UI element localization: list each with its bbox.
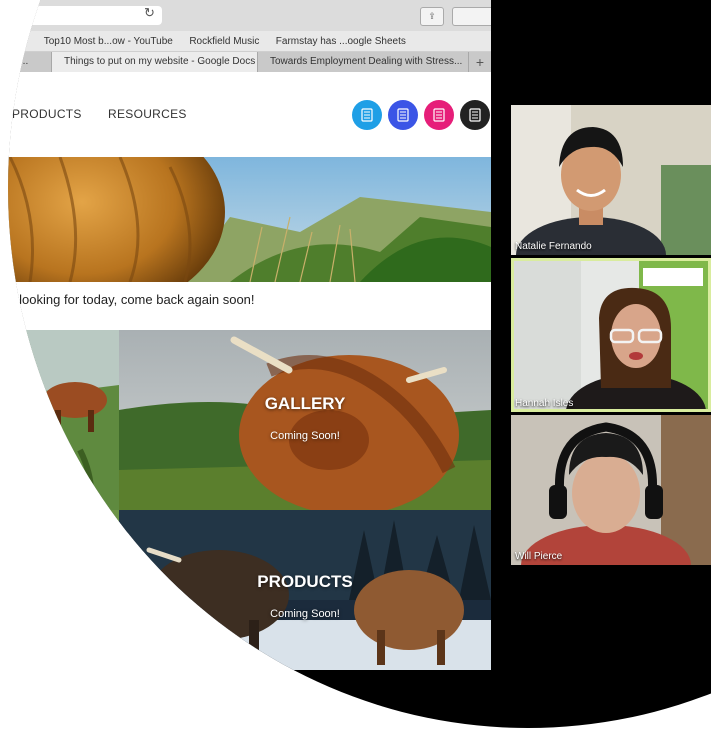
social-icon: [433, 108, 445, 122]
nav-link-products[interactable]: PRODUCTS: [12, 107, 82, 121]
bookmark-item[interactable]: Top10 Most b...ow - YouTube: [44, 32, 173, 51]
address-bar[interactable]: [8, 6, 162, 25]
participant-name: Natalie Fernando: [515, 241, 592, 252]
video-tile[interactable]: Natalie Fernando: [511, 105, 711, 255]
tab-strip: - G... Things to put on my website - Goo…: [8, 52, 491, 72]
social-button[interactable]: [424, 100, 454, 130]
tile-subtitle: Coming Soon!: [270, 430, 340, 442]
bookmark-item[interactable]: Rockfield Music: [189, 32, 259, 51]
social-icon: [397, 108, 409, 122]
browser-tab-active[interactable]: Things to put on my website - Google Doc…: [52, 52, 258, 72]
new-tab-button[interactable]: +: [469, 52, 491, 72]
social-button[interactable]: [388, 100, 418, 130]
browser-tab[interactable]: Towards Employment Dealing with Stress..…: [258, 52, 469, 72]
screen-content: ↻ ⇪ dation Top10 Most b...ow - YouTube R…: [8, 0, 711, 728]
tile-gallery[interactable]: GALLERY Coming Soon!: [119, 330, 491, 510]
participant-name: Hannah Isles: [515, 398, 574, 409]
message-text: re looking for today, come back again so…: [8, 292, 255, 307]
social-icon: [469, 108, 481, 122]
bookmark-item[interactable]: dation: [8, 32, 27, 51]
participant-name: Will Pierce: [515, 551, 563, 562]
screenshot-stage: ↻ ⇪ dation Top10 Most b...ow - YouTube R…: [0, 0, 711, 731]
social-button[interactable]: [352, 100, 382, 130]
site-message: re looking for today, come back again so…: [8, 282, 491, 330]
bookmark-item[interactable]: Farmstay has ...oogle Sheets: [276, 32, 406, 51]
circular-frame: ↻ ⇪ dation Top10 Most b...ow - YouTube R…: [8, 0, 711, 728]
browser-tab[interactable]: - G...: [8, 52, 52, 72]
video-tile[interactable]: Will Pierce: [511, 415, 711, 565]
hero-image: [8, 157, 491, 282]
tile-title: PRODUCTS: [257, 572, 353, 591]
reload-icon[interactable]: ↻: [144, 5, 155, 21]
tile-image-left-top: [8, 330, 119, 510]
nav-link-resources[interactable]: RESOURCES: [108, 107, 187, 121]
tile-products[interactable]: PRODUCTS Coming Soon!: [119, 510, 491, 670]
site-navigation: PRODUCTS RESOURCES: [8, 72, 491, 157]
tile-title: GALLERY: [264, 394, 346, 413]
browser-toolbar: ↻ ⇪: [8, 0, 491, 31]
video-tile[interactable]: Hannah Isles: [511, 258, 711, 412]
social-button[interactable]: [460, 100, 490, 130]
browser-window: ↻ ⇪ dation Top10 Most b...ow - YouTube R…: [8, 0, 491, 670]
bookmarks-bar: dation Top10 Most b...ow - YouTube Rockf…: [8, 31, 491, 52]
share-icon[interactable]: ⇪: [420, 7, 444, 26]
tile-image-left-bottom: [8, 510, 119, 670]
tile-subtitle: Coming Soon!: [270, 608, 340, 620]
social-icon: [361, 108, 373, 122]
toolbar-button[interactable]: [452, 7, 491, 26]
